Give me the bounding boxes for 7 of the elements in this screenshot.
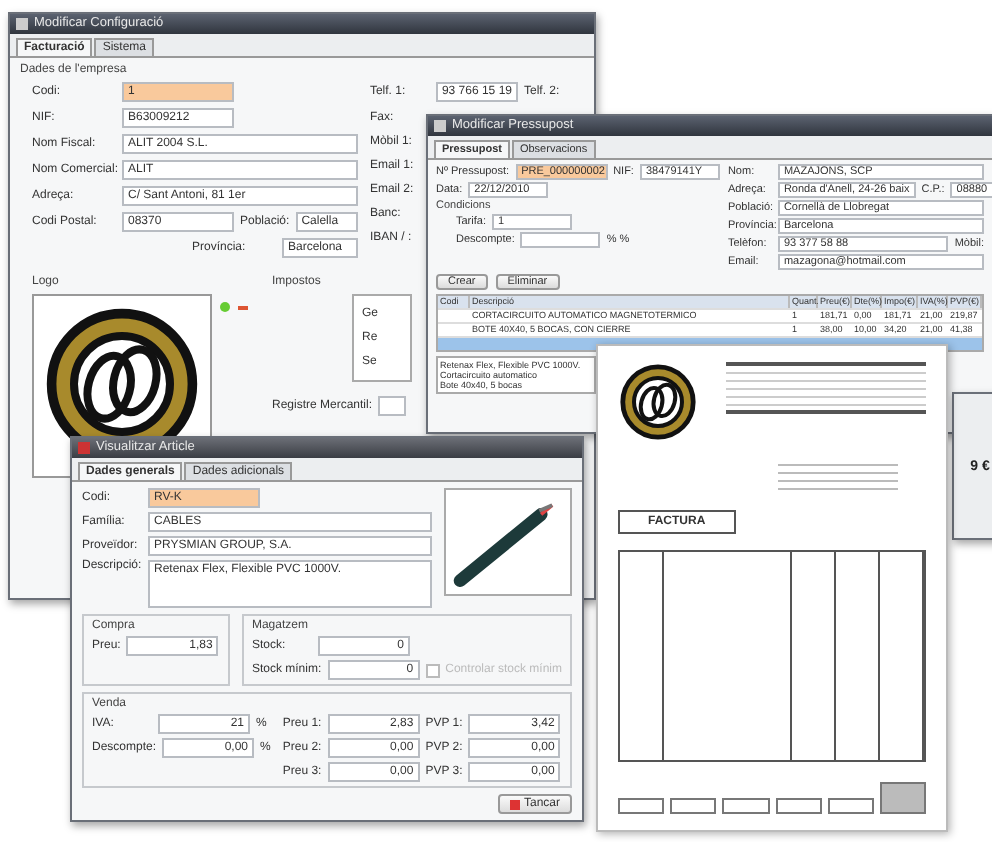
cable-image bbox=[444, 488, 572, 596]
logo-icon bbox=[618, 362, 698, 442]
close-icon bbox=[509, 799, 520, 809]
input-field[interactable] bbox=[520, 232, 601, 248]
add-icon[interactable] bbox=[220, 302, 230, 312]
checkbox[interactable] bbox=[425, 663, 440, 677]
input-field[interactable] bbox=[378, 396, 407, 416]
